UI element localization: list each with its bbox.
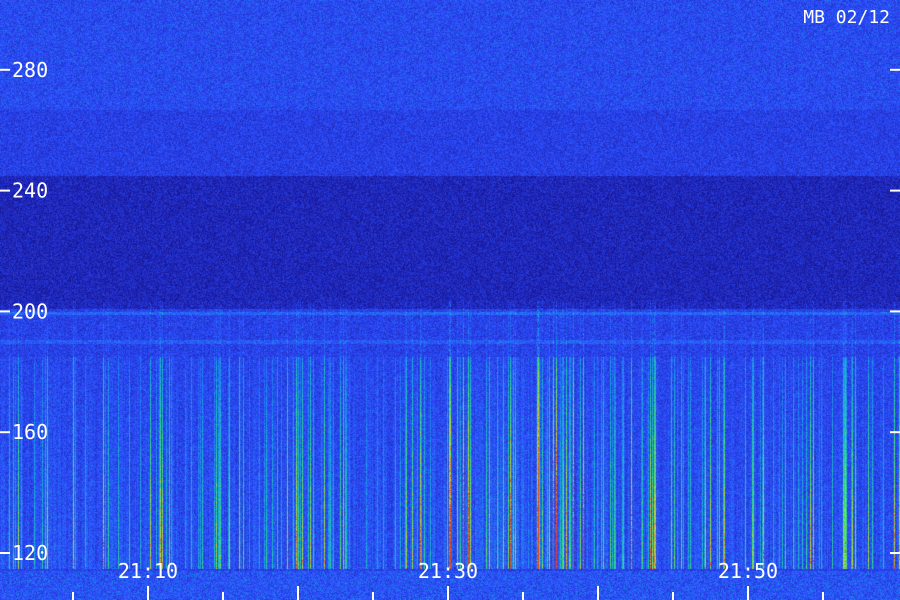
y-tick-label: 240 [12, 179, 48, 203]
y-tick-label: 120 [12, 541, 48, 565]
spectrogram-plot: 280 240 200 160 120 21:10 21:30 21:50 MB 02/12 [0, 0, 900, 600]
x-tick-label: 21:10 [118, 559, 178, 583]
y-tick-label: 280 [12, 58, 48, 82]
x-tick-label: 21:30 [418, 559, 478, 583]
y-tick-label: 200 [12, 299, 48, 323]
axis-overlay: 280 240 200 160 120 21:10 21:30 21:50 MB 02/12 [0, 7, 900, 600]
date-stamp: MB 02/12 [803, 7, 890, 28]
y-tick-label: 160 [12, 420, 48, 444]
x-tick-label: 21:50 [718, 559, 778, 583]
